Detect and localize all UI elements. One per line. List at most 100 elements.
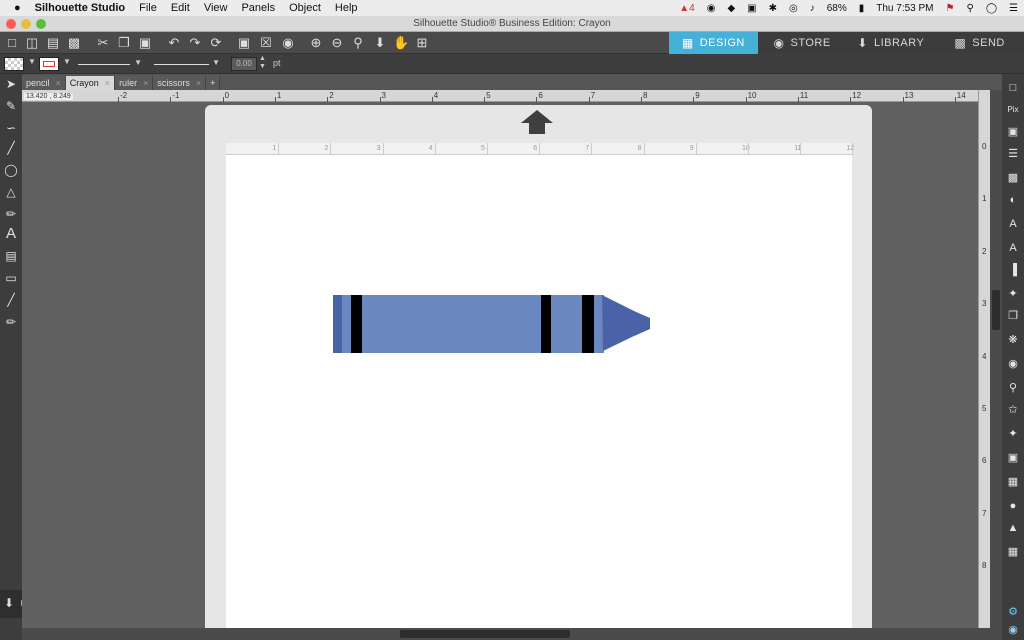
close-tab-icon[interactable]: × bbox=[143, 76, 148, 90]
fill-tool-icon[interactable]: ▤ bbox=[3, 248, 19, 264]
pencil-tool-icon[interactable]: ✏ bbox=[3, 206, 19, 222]
knife-tool-icon[interactable]: ╱ bbox=[3, 292, 19, 308]
ellipse-tool-icon[interactable]: ◯ bbox=[3, 162, 19, 178]
copy-icon[interactable]: ❐ bbox=[116, 35, 132, 51]
point-edit-icon[interactable]: ✎ bbox=[3, 98, 19, 114]
hatch-icon[interactable]: ▦ bbox=[1005, 474, 1021, 490]
line-width-input[interactable]: 0.00 bbox=[231, 57, 257, 71]
clock[interactable]: Thu 7:53 PM bbox=[876, 3, 933, 14]
zoom-box-icon[interactable]: ⚲ bbox=[350, 35, 366, 51]
doc-tab-ruler[interactable]: ruler × bbox=[115, 76, 154, 90]
new-file-icon[interactable]: □ bbox=[4, 35, 20, 51]
transparency-icon[interactable]: ◐ bbox=[1005, 192, 1021, 208]
maps-icon[interactable]: ▣ bbox=[747, 3, 756, 14]
knife-panel-icon[interactable]: ▲ bbox=[1005, 520, 1021, 536]
reshape-icon[interactable]: ∽ bbox=[3, 120, 19, 136]
tab-design[interactable]: ▦ DESIGN bbox=[669, 32, 758, 54]
tab-library[interactable]: ⬇ LIBRARY bbox=[847, 32, 936, 54]
menu-view[interactable]: View bbox=[204, 2, 228, 14]
menu-app-name[interactable]: Silhouette Studio bbox=[35, 2, 125, 14]
menu-file[interactable]: File bbox=[139, 2, 157, 14]
wifi-icon[interactable]: ◎ bbox=[789, 3, 798, 14]
settings-gear-icon[interactable]: ⚙ bbox=[1005, 604, 1021, 620]
align-icon[interactable]: ▐ bbox=[1005, 262, 1021, 278]
layers-icon[interactable]: ▣ bbox=[1005, 450, 1021, 466]
horizontal-scroll-thumb[interactable] bbox=[400, 630, 570, 638]
battery-percent[interactable]: 68% bbox=[827, 3, 847, 14]
doc-tab-crayon[interactable]: Crayon × bbox=[65, 76, 116, 90]
vertical-scrollbar[interactable] bbox=[990, 90, 1002, 630]
undo-icon[interactable]: ↶ bbox=[166, 35, 182, 51]
close-tab-icon[interactable]: × bbox=[105, 76, 110, 90]
trace-icon[interactable]: ⚲ bbox=[1005, 380, 1021, 396]
dropbox-icon[interactable]: ◆ bbox=[727, 3, 735, 14]
help-icon[interactable]: ◉ bbox=[1005, 622, 1021, 638]
new-tab-button[interactable]: + bbox=[206, 76, 221, 90]
select-arrow-icon[interactable]: ➤ bbox=[3, 76, 19, 92]
alert-icon[interactable]: ▲4 bbox=[679, 3, 694, 14]
redo-icon[interactable]: ↷ bbox=[187, 35, 203, 51]
page-setup-icon[interactable]: □ bbox=[1005, 80, 1021, 96]
apple-icon[interactable]: ● bbox=[14, 2, 21, 14]
library-panel-icon[interactable]: ▣ bbox=[1005, 124, 1021, 140]
transform-icon[interactable]: ✦ bbox=[1005, 286, 1021, 302]
text-panel-icon[interactable]: A bbox=[1005, 216, 1021, 232]
lines-panel-icon[interactable]: ☰ bbox=[1005, 146, 1021, 162]
spotlight-search-icon[interactable]: ⚲ bbox=[967, 3, 974, 14]
sketch-icon[interactable]: ✩ bbox=[1005, 402, 1021, 418]
deselect-icon[interactable]: ☒ bbox=[258, 35, 274, 51]
select-by-color-icon[interactable]: ◉ bbox=[280, 35, 296, 51]
pan-hand-icon[interactable]: ✋ bbox=[393, 35, 409, 51]
creative-cloud-icon[interactable]: ◉ bbox=[707, 3, 716, 14]
close-window-button[interactable] bbox=[6, 19, 16, 29]
zoom-window-button[interactable] bbox=[36, 19, 46, 29]
menu-panels[interactable]: Panels bbox=[241, 2, 275, 14]
move-down-icon[interactable]: ⬇ bbox=[372, 35, 388, 51]
line-width-stepper[interactable]: ▲ ▼ bbox=[259, 55, 266, 71]
fill-color-swatch[interactable] bbox=[4, 57, 24, 71]
open-file-icon[interactable]: ◫ bbox=[24, 35, 40, 51]
close-tab-icon[interactable]: × bbox=[56, 76, 61, 90]
text-on-path-icon[interactable]: A bbox=[1005, 240, 1021, 256]
fill-panel-icon[interactable]: ▩ bbox=[1005, 170, 1021, 186]
map-icon[interactable]: ▦ bbox=[1005, 544, 1021, 560]
line-color-swatch[interactable] bbox=[39, 57, 59, 71]
siri-icon[interactable]: ◯ bbox=[986, 3, 997, 14]
globe-icon[interactable]: ● bbox=[1005, 498, 1021, 514]
eyedropper-tool-icon[interactable]: ✏ bbox=[3, 314, 19, 330]
line-style-select[interactable]: ▼ bbox=[76, 58, 144, 70]
offset-icon[interactable]: ◉ bbox=[1005, 356, 1021, 372]
select-all-icon[interactable]: ▣ bbox=[236, 35, 252, 51]
menu-help[interactable]: Help bbox=[335, 2, 358, 14]
close-tab-icon[interactable]: × bbox=[196, 76, 201, 90]
polygon-tool-icon[interactable]: △ bbox=[3, 184, 19, 200]
zoom-out-icon[interactable]: ⊖ bbox=[329, 35, 345, 51]
modify-icon[interactable]: ❋ bbox=[1005, 332, 1021, 348]
bluetooth-icon[interactable]: ✱ bbox=[769, 3, 777, 14]
print-icon[interactable]: ▩ bbox=[66, 35, 82, 51]
design-page[interactable] bbox=[226, 155, 852, 630]
line-color-dropdown-icon[interactable]: ▼ bbox=[63, 57, 71, 66]
line-tool-icon[interactable]: ╱ bbox=[3, 140, 19, 156]
flag-icon[interactable]: ⚑ bbox=[946, 3, 955, 14]
tab-store[interactable]: ◉ STORE bbox=[758, 32, 847, 54]
redraw-icon[interactable]: ⟳ bbox=[208, 35, 224, 51]
crayon-design[interactable] bbox=[330, 293, 654, 357]
zoom-in-icon[interactable]: ⊕ bbox=[308, 35, 324, 51]
fit-page-icon[interactable]: ⊞ bbox=[414, 35, 430, 51]
paste-icon[interactable]: ▣ bbox=[137, 35, 153, 51]
replicate-icon[interactable]: ❐ bbox=[1005, 308, 1021, 324]
pixscan-icon[interactable]: Pix bbox=[1005, 102, 1021, 118]
menu-edit[interactable]: Edit bbox=[171, 2, 190, 14]
text-tool-icon[interactable]: A bbox=[3, 226, 19, 242]
nesting-icon[interactable]: ✦ bbox=[1005, 426, 1021, 442]
cut-icon[interactable]: ✂ bbox=[95, 35, 111, 51]
eraser-tool-icon[interactable]: ▭ bbox=[3, 270, 19, 286]
doc-tab-scissors[interactable]: scissors × bbox=[153, 76, 207, 90]
save-icon[interactable]: ▤ bbox=[45, 35, 61, 51]
line-join-select[interactable]: ▼ bbox=[152, 58, 222, 70]
volume-icon[interactable]: ♪ bbox=[810, 3, 815, 14]
tab-send[interactable]: ▩ SEND bbox=[935, 32, 1024, 54]
doc-tab-pencil[interactable]: pencil × bbox=[22, 76, 66, 90]
menu-object[interactable]: Object bbox=[289, 2, 321, 14]
